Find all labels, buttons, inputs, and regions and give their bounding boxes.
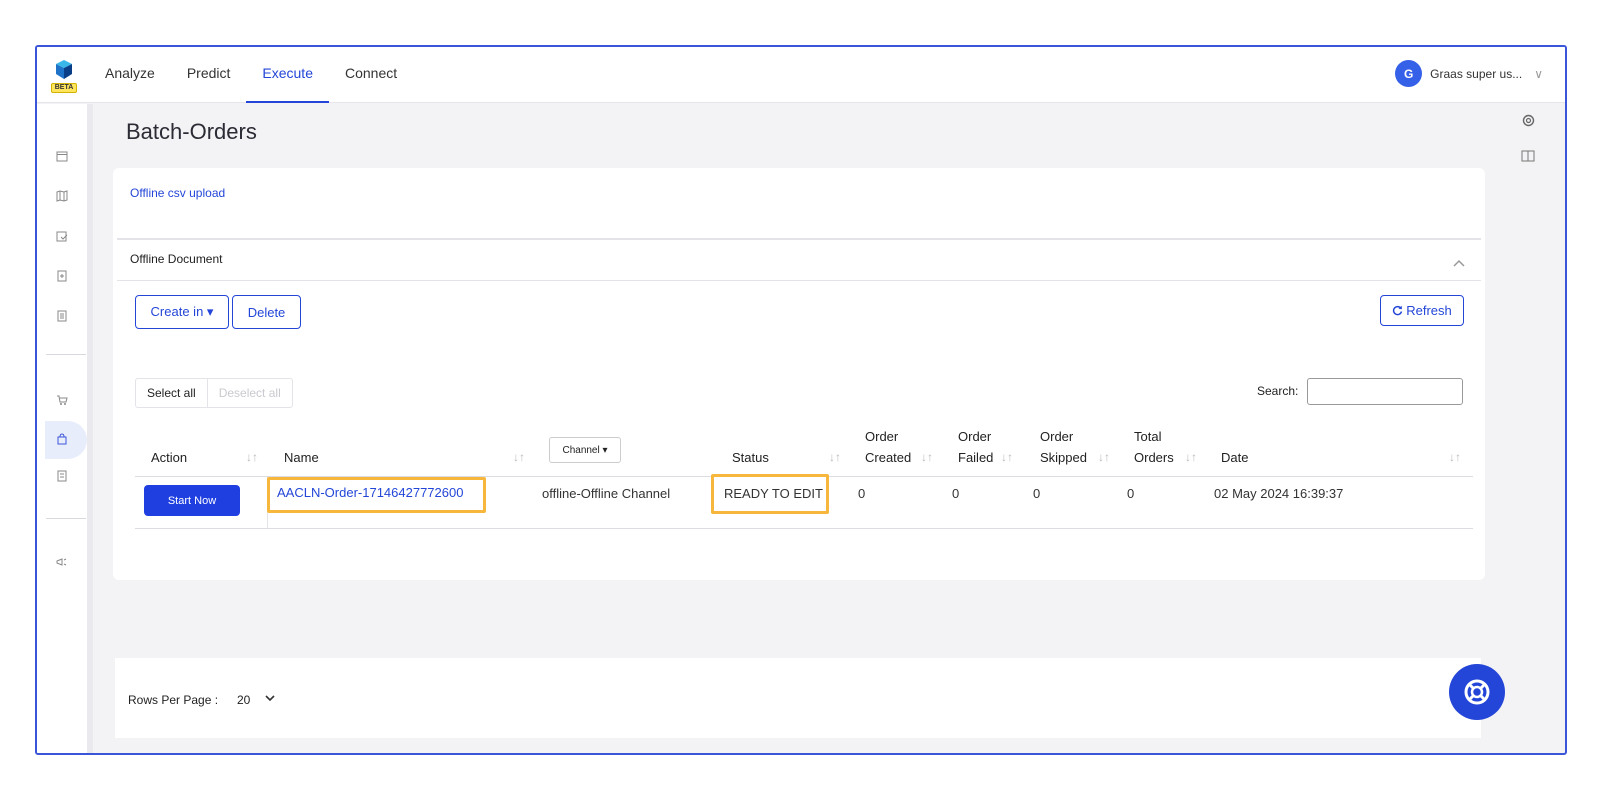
refresh-button[interactable]: Refresh (1380, 295, 1464, 326)
offline-csv-upload-link[interactable]: Offline csv upload (130, 186, 225, 200)
help-button[interactable] (1449, 664, 1505, 720)
settings-icon[interactable] (1522, 114, 1535, 130)
app-frame: BETA Analyze Predict Execute Connect G G… (35, 45, 1567, 755)
divider (117, 280, 1481, 281)
sort-icon[interactable]: ↓↑ (921, 450, 933, 464)
app-logo[interactable]: BETA (51, 57, 77, 93)
create-in-button[interactable]: Create in ▾ (135, 295, 229, 329)
sidebar-divider (46, 354, 86, 355)
table-row-divider (135, 528, 1473, 529)
status-cell: READY TO EDIT (724, 486, 823, 501)
header-line: Orders (1134, 450, 1174, 465)
header-total-orders[interactable]: Total Orders (1134, 426, 1174, 468)
date-cell: 02 May 2024 16:39:37 (1214, 486, 1344, 501)
batch-orders-card: Offline csv upload Offline Document Crea… (113, 168, 1485, 580)
total-orders-cell: 0 (1127, 486, 1135, 501)
sort-icon[interactable]: ↓↑ (513, 450, 525, 464)
refresh-icon (1393, 305, 1403, 316)
nav-predict[interactable]: Predict (171, 47, 247, 103)
pagination-bar: Rows Per Page : 20 (115, 658, 1481, 738)
search-label: Search: (1257, 384, 1299, 398)
divider (117, 238, 1481, 240)
sort-icon[interactable]: ↓↑ (829, 450, 841, 464)
sidebar-divider (46, 518, 86, 519)
sort-icon[interactable]: ↓↑ (1098, 450, 1110, 464)
rows-per-page-label: Rows Per Page : (128, 693, 219, 707)
book-icon[interactable] (1521, 150, 1535, 165)
refresh-label: Refresh (1406, 303, 1452, 318)
sort-icon[interactable]: ↓↑ (1001, 450, 1013, 464)
lifebuoy-icon (1464, 679, 1490, 705)
deselect-all-button[interactable]: Deselect all (206, 379, 292, 407)
chevron-down-icon[interactable] (265, 691, 275, 705)
map-icon[interactable] (54, 190, 70, 204)
order-name-link[interactable]: AACLN-Order-17146427772600 (277, 485, 463, 501)
header-line: Failed (958, 450, 994, 465)
channel-cell: offline-Offline Channel (542, 486, 671, 501)
sidebar-edge (87, 104, 93, 753)
sort-icon[interactable]: ↓↑ (1185, 450, 1197, 464)
order-skipped-cell: 0 (1033, 486, 1041, 501)
header-order-created[interactable]: Order Created (865, 426, 911, 468)
search-input[interactable] (1307, 378, 1463, 405)
start-now-button[interactable]: Start Now (144, 485, 240, 516)
header-line: Order (958, 429, 992, 444)
avatar: G (1395, 60, 1423, 87)
page-title: Batch-Orders (126, 119, 257, 144)
rows-per-page-select[interactable]: 20 (237, 693, 250, 707)
header-order-skipped[interactable]: Order Skipped (1040, 426, 1087, 468)
beta-badge: BETA (51, 83, 77, 93)
shopping-bag-icon[interactable] (54, 433, 70, 447)
order-failed-cell: 0 (952, 486, 960, 501)
selection-buttons: Select all Deselect all (135, 378, 293, 408)
header-order-failed[interactable]: Order Failed (958, 426, 993, 468)
user-name: Graas super us... (1430, 66, 1523, 81)
header-line: Created (865, 450, 912, 465)
nav-connect[interactable]: Connect (329, 47, 413, 103)
section-title: Offline Document (130, 252, 223, 266)
header-line: Order (1040, 429, 1074, 444)
nav-analyze[interactable]: Analyze (105, 47, 171, 103)
header-status[interactable]: Status (732, 447, 769, 468)
top-navbar: BETA Analyze Predict Execute Connect G G… (37, 47, 1565, 103)
channel-filter-dropdown[interactable]: Channel ▾ (549, 437, 621, 463)
delete-button[interactable]: Delete (232, 295, 301, 329)
logo-icon (56, 60, 72, 79)
header-line: Total (1134, 429, 1162, 444)
cart-icon[interactable] (54, 394, 70, 408)
header-line: Order (865, 429, 899, 444)
left-sidebar (37, 104, 87, 753)
sort-icon[interactable]: ↓↑ (1449, 450, 1461, 464)
header-action[interactable]: Action (151, 447, 187, 468)
nav-execute[interactable]: Execute (246, 47, 329, 103)
header-line: Skipped (1040, 450, 1087, 465)
document-icon[interactable] (54, 310, 70, 324)
collapse-icon[interactable] (1453, 256, 1465, 270)
select-all-button[interactable]: Select all (136, 379, 207, 407)
chevron-down-icon: ∨ (1534, 66, 1543, 81)
main-nav: Analyze Predict Execute Connect (105, 47, 413, 103)
sort-icon[interactable]: ↓↑ (246, 450, 258, 464)
calendar-check-icon[interactable] (54, 230, 70, 244)
megaphone-icon[interactable] (54, 556, 70, 570)
header-name[interactable]: Name (284, 447, 319, 468)
list-icon[interactable] (54, 470, 70, 484)
add-file-icon[interactable] (54, 270, 70, 284)
user-menu[interactable]: G Graas super us... ∨ (1395, 60, 1543, 87)
order-created-cell: 0 (858, 486, 866, 501)
archive-icon[interactable] (54, 150, 70, 164)
header-date[interactable]: Date (1221, 447, 1248, 468)
